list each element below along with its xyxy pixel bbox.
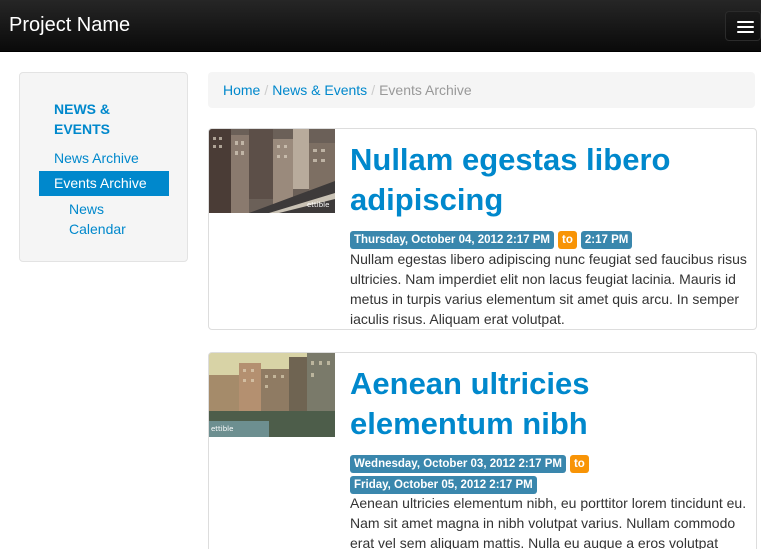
event-dates: Wednesday, October 03, 2012 2:17 PM to Fr… xyxy=(350,455,650,494)
navbar: Project Name xyxy=(0,0,761,52)
event-thumbnail[interactable]: ettible xyxy=(209,129,335,213)
menu-toggle-button[interactable] xyxy=(725,11,761,41)
event-end-badge: 2:17 PM xyxy=(580,231,633,249)
event-summary: Aenean ultricies elementum nibh, eu port… xyxy=(350,495,747,549)
event-title[interactable]: Aenean ultricies elementum nibh xyxy=(350,364,750,444)
breadcrumb: Home / News & Events / Events Archive xyxy=(208,72,755,108)
sidebar-item-news-archive[interactable]: News Archive xyxy=(54,148,139,168)
sidebar: NEWS & EVENTS News Archive Events Archiv… xyxy=(19,72,188,262)
event-summary: Nullam egestas libero adipiscing nunc fe… xyxy=(350,251,747,327)
event-title[interactable]: Nullam egestas libero adipiscing xyxy=(350,140,750,220)
event-card: ettible Nullam egestas libero adipiscing… xyxy=(208,128,757,330)
brand-title[interactable]: Project Name xyxy=(9,13,130,37)
breadcrumb-separator: / xyxy=(371,82,376,98)
event-start-badge: Thursday, October 04, 2012 2:17 PM xyxy=(350,231,555,249)
thumb-watermark: ettible xyxy=(211,425,233,433)
event-start-badge: Wednesday, October 03, 2012 2:17 PM xyxy=(350,455,566,473)
to-badge: to xyxy=(569,455,589,473)
event-dates: Thursday, October 04, 2012 2:17 PM to 2:17… xyxy=(350,231,636,249)
breadcrumb-home-link[interactable]: Home xyxy=(223,82,260,98)
event-thumbnail[interactable]: ettible xyxy=(209,353,335,437)
event-card: ettible Aenean ultricies elementum nibh … xyxy=(208,352,757,549)
sidebar-heading: NEWS & EVENTS xyxy=(54,101,111,137)
sidebar-item-news-calendar[interactable]: News Calendar xyxy=(69,199,149,239)
breadcrumb-separator: / xyxy=(264,82,269,98)
to-badge: to xyxy=(558,231,577,249)
sidebar-item-events-archive[interactable]: Events Archive xyxy=(39,171,169,196)
thumb-watermark: ettible xyxy=(307,201,329,209)
breadcrumb-current: Events Archive xyxy=(379,82,472,98)
breadcrumb-section-link[interactable]: News & Events xyxy=(272,82,367,98)
event-end-badge: Friday, October 05, 2012 2:17 PM xyxy=(350,476,537,494)
